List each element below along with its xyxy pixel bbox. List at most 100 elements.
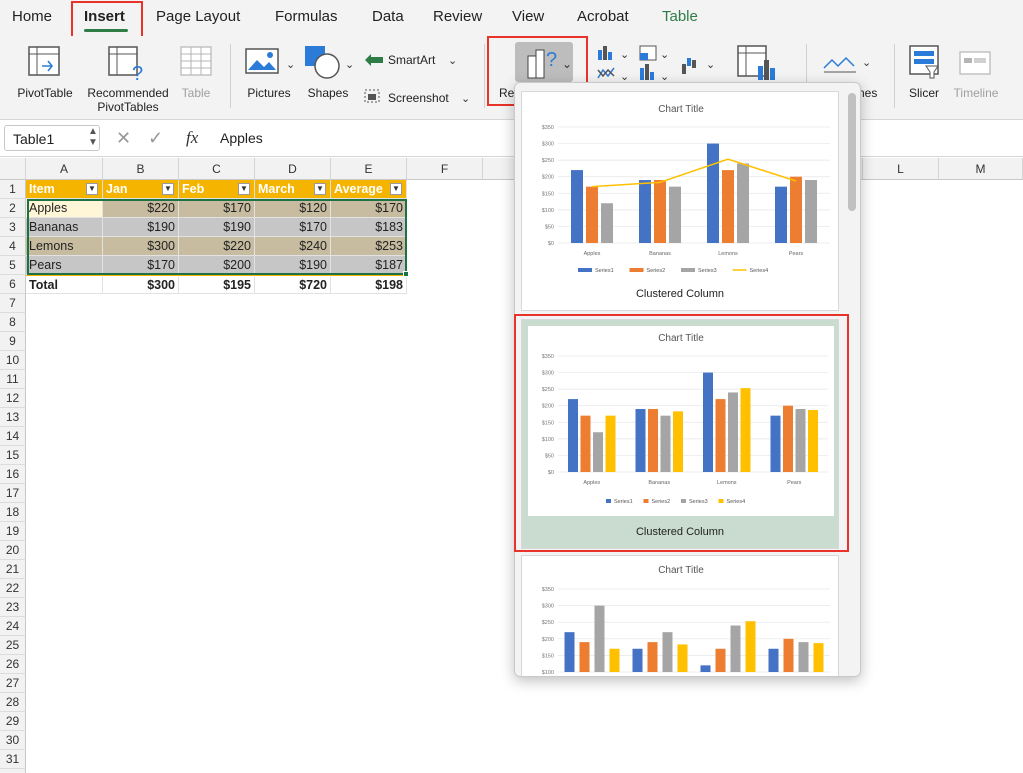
row-header[interactable]: 16 — [0, 465, 26, 484]
shapes-dropdown-icon[interactable]: ⌄ — [345, 58, 354, 71]
row-header[interactable]: 25 — [0, 636, 26, 655]
selection-range — [27, 199, 407, 275]
table-header-cell[interactable]: Feb ▼ — [179, 180, 255, 199]
table-header-cell[interactable]: Jan ▼ — [103, 180, 179, 199]
tab-acrobat[interactable]: Acrobat — [577, 8, 629, 25]
sparklines-icon[interactable]: ⌄ — [822, 52, 872, 76]
slicer-button[interactable]: Slicer — [904, 86, 944, 100]
hierarchy-chart-icon[interactable]: ⌄ ⌄ — [638, 44, 678, 84]
fill-handle[interactable] — [403, 271, 409, 277]
row-header[interactable]: 29 — [0, 712, 26, 731]
row-header[interactable]: 1 — [0, 180, 26, 199]
column-header[interactable]: F — [407, 158, 483, 180]
waterfall-chart-icon[interactable]: ⌄ — [680, 54, 720, 78]
total-cell[interactable]: $195 — [179, 275, 255, 294]
row-header[interactable]: 14 — [0, 427, 26, 446]
column-header[interactable]: C — [179, 158, 255, 180]
row-header[interactable]: 30 — [0, 731, 26, 750]
column-header[interactable]: L — [863, 158, 939, 180]
row-header[interactable]: 6 — [0, 275, 26, 294]
row-header[interactable]: 22 — [0, 579, 26, 598]
y-tick-label: $50 — [545, 224, 554, 230]
row-header[interactable]: 19 — [0, 522, 26, 541]
function-icon[interactable]: fx — [186, 128, 198, 148]
row-header[interactable]: 5 — [0, 256, 26, 275]
column-header[interactable]: D — [255, 158, 331, 180]
svg-text:⌄: ⌄ — [706, 59, 715, 71]
tab-formulas[interactable]: Formulas — [275, 8, 338, 25]
row-header[interactable]: 26 — [0, 655, 26, 674]
row-header[interactable]: 28 — [0, 693, 26, 712]
name-box-stepper-icon[interactable]: ▲ ▼ — [88, 126, 98, 148]
timeline-button[interactable]: Timeline — [950, 86, 1002, 100]
row-header[interactable]: 27 — [0, 674, 26, 693]
row-header[interactable]: 32 — [0, 769, 26, 773]
tab-table[interactable]: Table — [662, 8, 698, 25]
column-header[interactable]: M — [939, 158, 1023, 180]
filter-dropdown-icon[interactable]: ▼ — [238, 183, 250, 195]
column-chart-icon[interactable]: ⌄ ⌄ — [596, 44, 636, 84]
table-icon — [180, 46, 212, 76]
filter-dropdown-icon[interactable]: ▼ — [390, 183, 402, 195]
row-header[interactable]: 31 — [0, 750, 26, 769]
row-header[interactable]: 17 — [0, 484, 26, 503]
row-header[interactable]: 13 — [0, 408, 26, 427]
row-header[interactable]: 7 — [0, 294, 26, 313]
tab-data[interactable]: Data — [372, 8, 404, 25]
pictures-button[interactable]: Pictures — [242, 86, 296, 100]
chart-preview-1[interactable]: Chart Title $350 $300 $250 $200 $150 $100 $50 $0… — [521, 91, 839, 311]
bar — [564, 632, 575, 672]
tab-page-layout[interactable]: Page Layout — [156, 8, 240, 25]
spreadsheet-grid[interactable]: ABCDEFGHIJKLM123456789101112131415161718… — [0, 158, 1023, 773]
row-header[interactable]: 12 — [0, 389, 26, 408]
screenshot-dropdown-icon[interactable]: ⌄ — [461, 92, 470, 105]
popup-scrollbar[interactable] — [848, 93, 856, 211]
cancel-icon[interactable]: ✕ — [116, 128, 131, 149]
row-header[interactable]: 11 — [0, 370, 26, 389]
pictures-dropdown-icon[interactable]: ⌄ — [286, 58, 295, 71]
filter-dropdown-icon[interactable]: ▼ — [314, 183, 326, 195]
chart-preview-3[interactable]: Chart Title $350 $300 $250 $200 $150 $100 — [521, 555, 839, 676]
row-header[interactable]: 21 — [0, 560, 26, 579]
tab-home[interactable]: Home — [12, 8, 52, 25]
select-all-corner[interactable] — [0, 158, 26, 180]
total-cell[interactable]: Total — [26, 275, 103, 294]
tab-review[interactable]: Review — [433, 8, 482, 25]
row-header[interactable]: 15 — [0, 446, 26, 465]
row-header[interactable]: 10 — [0, 351, 26, 370]
row-header[interactable]: 18 — [0, 503, 26, 522]
column-header[interactable]: E — [331, 158, 407, 180]
formula-content[interactable]: Apples — [220, 130, 263, 146]
ribbon-divider — [230, 44, 231, 108]
row-header[interactable]: 2 — [0, 199, 26, 218]
row-header[interactable]: 24 — [0, 617, 26, 636]
table-header-cell[interactable]: Item ▼ — [26, 180, 103, 199]
column-header[interactable]: B — [103, 158, 179, 180]
row-header[interactable]: 9 — [0, 332, 26, 351]
filter-dropdown-icon[interactable]: ▼ — [162, 183, 174, 195]
recommended-pivottables-button[interactable]: Recommended PivotTables — [80, 86, 176, 114]
filter-dropdown-icon[interactable]: ▼ — [86, 183, 98, 195]
table-header-cell[interactable]: March ▼ — [255, 180, 331, 199]
total-cell[interactable]: $198 — [331, 275, 407, 294]
pivotchart-icon[interactable] — [736, 44, 780, 84]
pivottable-button[interactable]: PivotTable — [12, 86, 78, 100]
tab-view[interactable]: View — [512, 8, 544, 25]
row-header[interactable]: 8 — [0, 313, 26, 332]
row-header[interactable]: 20 — [0, 541, 26, 560]
column-header[interactable]: A — [26, 158, 103, 180]
smartart-dropdown-icon[interactable]: ⌄ — [448, 54, 457, 67]
name-box[interactable]: Table1 — [4, 125, 100, 151]
table-header-cell[interactable]: Average ▼ — [331, 180, 407, 199]
confirm-icon[interactable]: ✓ — [148, 128, 163, 149]
svg-text:⌄: ⌄ — [862, 57, 871, 69]
screenshot-button[interactable]: Screenshot — [388, 91, 449, 105]
shapes-button[interactable]: Shapes — [302, 86, 354, 100]
smartart-button[interactable]: SmartArt — [388, 53, 435, 67]
total-cell[interactable]: $720 — [255, 275, 331, 294]
row-header[interactable]: 23 — [0, 598, 26, 617]
total-cell[interactable]: $300 — [103, 275, 179, 294]
row-header[interactable]: 4 — [0, 237, 26, 256]
row-header[interactable]: 3 — [0, 218, 26, 237]
table-button[interactable]: Table — [176, 86, 216, 100]
